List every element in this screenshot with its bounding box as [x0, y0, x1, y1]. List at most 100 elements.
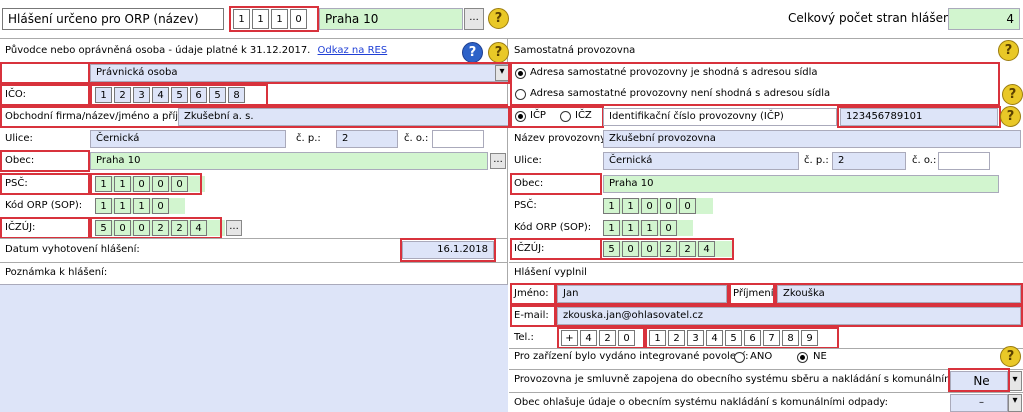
note-textarea[interactable] — [0, 284, 508, 412]
orp-label-box: Hlášení určeno pro ORP (název) — [2, 8, 224, 30]
first-name-field[interactable]: Jan — [557, 285, 727, 303]
res-link[interactable]: Odkaz na RES — [318, 45, 388, 56]
digit-cell[interactable]: 4 — [706, 330, 723, 346]
digit-cell[interactable]: 5 — [725, 330, 742, 346]
digit-cell[interactable]: 4 — [152, 87, 169, 103]
digit-cell[interactable]: 0 — [641, 198, 658, 214]
r-iczuj-label: IČZÚJ: — [514, 243, 545, 254]
facility-name-field[interactable]: Zkušební provozovna — [603, 130, 1021, 148]
digit-cell[interactable]: 1 — [649, 330, 666, 346]
digit-cell[interactable]: 2 — [599, 330, 616, 346]
chevron-down-icon[interactable]: ▾ — [495, 65, 509, 81]
cp-field[interactable]: 2 — [336, 130, 398, 148]
contract-select[interactable]: Ne — [950, 371, 1008, 391]
digit-cell[interactable]: 2 — [668, 330, 685, 346]
tel-cells[interactable]: 123456789 — [649, 330, 839, 346]
city-field[interactable]: Praha 10 — [90, 152, 488, 170]
legal-form-select[interactable]: Právnická osoba — [90, 64, 510, 82]
question-help-icon[interactable]: ? — [1002, 84, 1023, 105]
r-street-label: Ulice: — [514, 155, 542, 166]
city-browse-button[interactable]: ... — [490, 153, 506, 169]
digit-cell[interactable]: 6 — [190, 87, 207, 103]
radio-icz[interactable] — [560, 111, 571, 122]
digit-cell[interactable]: 0 — [152, 176, 169, 192]
digit-cell: 2 — [171, 220, 188, 236]
date-label: Datum vyhotovení hlášení: — [5, 244, 140, 255]
radio-ipp-ne[interactable] — [797, 352, 808, 363]
digit-cell[interactable]: 1 — [603, 198, 620, 214]
digit-cell: 5 — [95, 220, 112, 236]
r-cp-field[interactable]: 2 — [832, 152, 906, 170]
ico-cells[interactable]: 12345658 — [95, 87, 270, 103]
digit-cell[interactable]: 7 — [763, 330, 780, 346]
ipp-ne-label: NE — [813, 351, 827, 362]
digit-cell[interactable]: 3 — [687, 330, 704, 346]
digit-cell: 1 — [114, 198, 131, 214]
digit-cell[interactable]: 1 — [95, 87, 112, 103]
digit-cell: 2 — [152, 220, 169, 236]
filled-divider — [509, 262, 1023, 263]
digit-cell[interactable]: + — [561, 330, 578, 346]
digit-cell[interactable]: 2 — [114, 87, 131, 103]
digit-cell[interactable]: 0 — [290, 9, 307, 29]
question-help-icon[interactable]: ? — [488, 8, 509, 29]
co-field[interactable] — [432, 130, 484, 148]
r-psc-cells[interactable]: 11000 — [603, 198, 713, 214]
ipp-divider — [509, 348, 1023, 349]
radio-address-same[interactable] — [515, 68, 526, 79]
digit-cell[interactable]: 1 — [233, 9, 250, 29]
digit-cell[interactable]: 8 — [228, 87, 245, 103]
digit-cell[interactable]: 9 — [801, 330, 818, 346]
digit-cell[interactable]: 8 — [782, 330, 799, 346]
question-help-icon[interactable]: ? — [1000, 106, 1021, 127]
r-city-field[interactable]: Praha 10 — [603, 175, 999, 193]
radio-address-diff[interactable] — [515, 89, 526, 100]
chevron-down-icon[interactable]: ▾ — [1008, 394, 1022, 412]
obec-select[interactable]: – — [950, 394, 1008, 412]
digit-cell: 4 — [190, 220, 207, 236]
digit-cell[interactable]: 0 — [171, 176, 188, 192]
orp-code-cells[interactable]: 1110 — [233, 9, 323, 29]
orp-name-field[interactable]: Praha 10 — [319, 8, 463, 30]
r-co-field[interactable] — [938, 152, 990, 170]
company-field[interactable]: Zkušební a. s. — [178, 108, 510, 126]
facility-name-label: Název provozovny: — [514, 133, 609, 144]
question-help-icon[interactable]: ? — [488, 42, 509, 63]
iczuj-browse-button[interactable]: ... — [226, 220, 242, 236]
r-street-field[interactable]: Černická — [603, 152, 799, 170]
digit-cell[interactable]: 1 — [252, 9, 269, 29]
digit-cell[interactable]: 1 — [95, 176, 112, 192]
digit-cell[interactable]: 3 — [133, 87, 150, 103]
digit-cell[interactable]: 0 — [660, 198, 677, 214]
digit-cell: 2 — [660, 241, 677, 257]
question-help-icon[interactable]: ? — [1000, 346, 1021, 367]
chevron-down-icon[interactable]: ▾ — [1008, 371, 1022, 391]
digit-cell[interactable]: 5 — [209, 87, 226, 103]
digit-cell[interactable]: 0 — [133, 176, 150, 192]
digit-cell[interactable]: 5 — [171, 87, 188, 103]
digit-cell[interactable]: 1 — [622, 198, 639, 214]
pages-count-field[interactable]: 4 — [948, 8, 1020, 30]
digit-cell: 1 — [603, 220, 620, 236]
digit-cell: 0 — [622, 241, 639, 257]
digit-cell: 0 — [114, 220, 131, 236]
date-field[interactable]: 16.1.2018 — [402, 241, 494, 259]
last-name-field[interactable]: Zkouška — [777, 285, 1021, 303]
email-field[interactable]: zkouska.jan@ohlasovatel.cz — [557, 307, 1021, 325]
digit-cell[interactable]: 6 — [744, 330, 761, 346]
question-help-icon[interactable]: ? — [998, 40, 1019, 61]
icp-field[interactable]: 123456789101 — [840, 108, 998, 126]
digit-cell[interactable]: 1 — [271, 9, 288, 29]
orp-browse-button[interactable]: ... — [464, 8, 484, 30]
co-label: č. o.: — [404, 133, 429, 144]
digit-cell[interactable]: 1 — [114, 176, 131, 192]
tel-prefix-cells[interactable]: +4 2 0 — [561, 330, 647, 346]
radio-icp[interactable] — [515, 111, 526, 122]
radio-ipp-ano[interactable] — [734, 352, 745, 363]
question-help-icon[interactable]: ? — [462, 42, 483, 63]
digit-cell[interactable]: 4 — [580, 330, 597, 346]
digit-cell[interactable]: 0 — [618, 330, 635, 346]
street-field[interactable]: Černická — [90, 130, 286, 148]
digit-cell[interactable]: 0 — [679, 198, 696, 214]
psc-cells[interactable]: 11000 — [95, 176, 205, 192]
